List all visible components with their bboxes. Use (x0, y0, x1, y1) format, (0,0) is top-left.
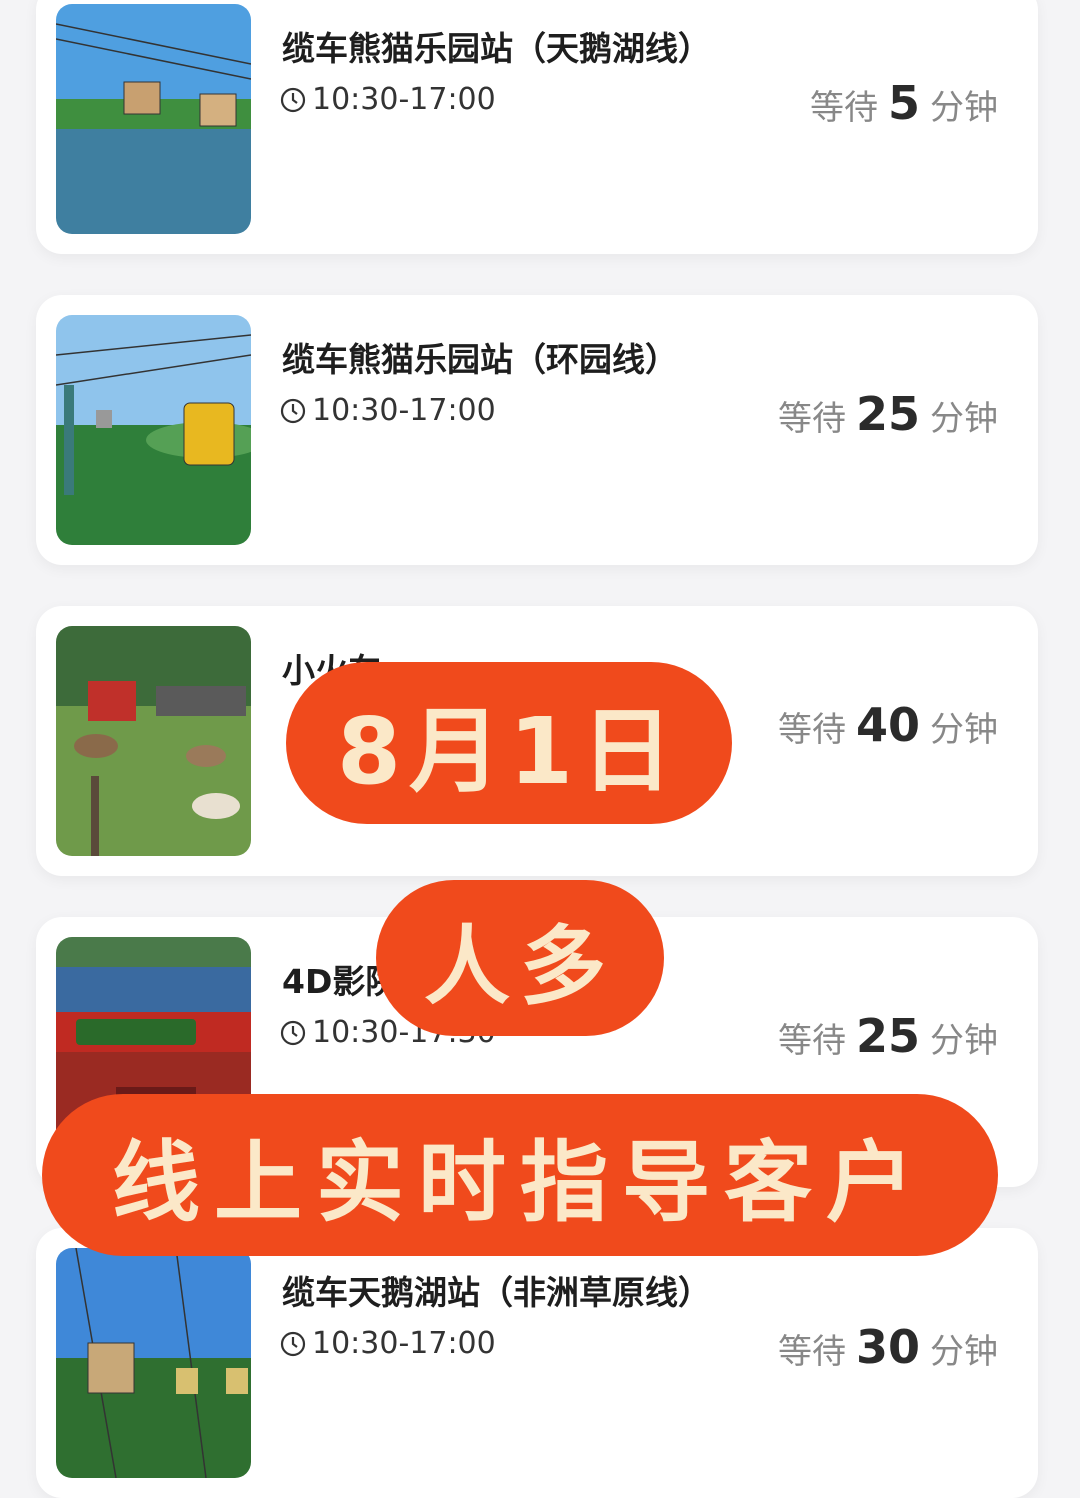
attraction-title: 缆车熊猫乐园站（天鹅湖线） (282, 29, 711, 68)
wait-value: 30 (855, 1320, 920, 1374)
clock-icon (280, 1331, 306, 1356)
wait-unit: 分钟 (930, 1332, 998, 1372)
opening-hours: 10:30-17:00 (280, 82, 496, 117)
wait-time: 等待 40 分钟 (778, 698, 998, 752)
guide-overlay: 线上实时指导客户 (42, 1094, 998, 1256)
wait-value: 25 (855, 1009, 920, 1063)
wait-time: 等待 30 分钟 (778, 1320, 998, 1374)
clock-icon (280, 1020, 306, 1045)
clock-icon (280, 398, 306, 423)
wait-value: 40 (855, 698, 920, 752)
cable-car-lake-photo (56, 4, 251, 234)
wait-time: 等待 25 分钟 (778, 1009, 998, 1063)
attraction-card[interactable]: 缆车天鹅湖站（非洲草原线） 10:30-17:00 等待 30 分钟 (36, 1228, 1038, 1498)
attraction-card[interactable]: 缆车熊猫乐园站（环园线） 10:30-17:00 等待 25 分钟 (36, 295, 1038, 565)
opening-hours-text: 10:30-17:00 (312, 393, 496, 428)
crowd-overlay: 人多 (376, 880, 664, 1036)
cable-car-savanna-photo (56, 1248, 251, 1478)
wait-prefix: 等待 (777, 710, 846, 750)
wait-prefix: 等待 (809, 88, 878, 128)
date-overlay: 8月1日 (286, 662, 732, 824)
wait-prefix: 等待 (777, 1021, 846, 1061)
wait-value: 25 (855, 387, 920, 441)
train-antelope-photo (56, 626, 251, 856)
attraction-title: 缆车天鹅湖站（非洲草原线） (282, 1273, 711, 1312)
opening-hours-text: 10:30-17:00 (312, 82, 496, 117)
wait-unit: 分钟 (930, 1021, 998, 1061)
wait-prefix: 等待 (777, 399, 846, 439)
cable-car-forest-photo (56, 315, 251, 545)
wait-prefix: 等待 (777, 1332, 846, 1372)
wait-unit: 分钟 (930, 399, 998, 439)
attraction-card[interactable]: 缆车熊猫乐园站（天鹅湖线） 10:30-17:00 等待 5 分钟 (36, 0, 1038, 254)
attraction-title: 缆车熊猫乐园站（环园线） (282, 340, 678, 379)
opening-hours-text: 10:30-17:00 (312, 1326, 496, 1361)
clock-icon (280, 87, 306, 112)
wait-time: 等待 25 分钟 (778, 387, 998, 441)
opening-hours: 10:30-17:00 (280, 393, 496, 428)
wait-value: 5 (887, 76, 920, 130)
opening-hours: 10:30-17:00 (280, 1326, 496, 1361)
wait-unit: 分钟 (930, 710, 998, 750)
wait-unit: 分钟 (930, 88, 998, 128)
wait-time: 等待 5 分钟 (810, 76, 998, 130)
